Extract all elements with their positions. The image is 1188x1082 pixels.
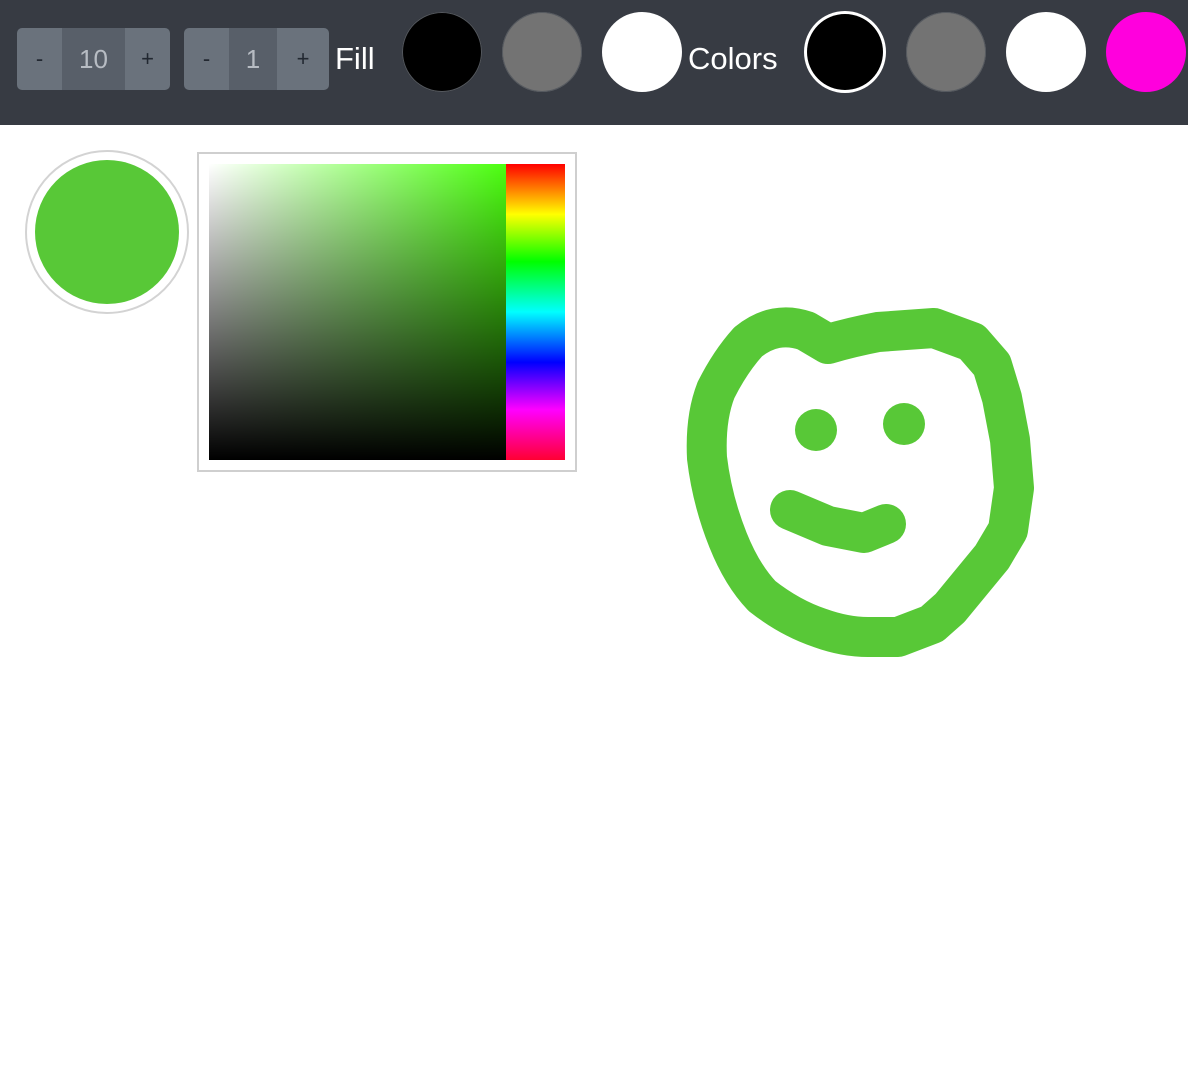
- fill-swatch-black[interactable]: [402, 12, 482, 92]
- smiley-drawing: [686, 307, 1034, 657]
- mouth-stroke: [770, 490, 906, 553]
- left-eye: [795, 409, 837, 451]
- color-swatch-gray[interactable]: [906, 12, 986, 92]
- eyes: [795, 403, 925, 451]
- right-eye: [883, 403, 925, 445]
- fill-swatch-gray[interactable]: [502, 12, 582, 92]
- face-outline-stroke: [686, 307, 1034, 657]
- fill-label: Fill: [335, 41, 375, 76]
- color-swatch-black[interactable]: [807, 14, 883, 90]
- brush-size-stepper: - 10 +: [17, 28, 170, 90]
- opacity-decrement-button[interactable]: -: [184, 28, 229, 90]
- opacity-stepper: - 1 +: [184, 28, 329, 90]
- size-decrement-button[interactable]: -: [17, 28, 62, 90]
- toolbar: - 10 + - 1 + Fill Colors: [0, 0, 1188, 125]
- size-increment-button[interactable]: +: [125, 28, 170, 90]
- color-swatch-magenta[interactable]: [1106, 12, 1186, 92]
- fill-swatch-white[interactable]: [602, 12, 682, 92]
- opacity-increment-button[interactable]: +: [277, 28, 329, 90]
- colors-label: Colors: [688, 41, 778, 76]
- drawing-canvas[interactable]: [0, 125, 1188, 1082]
- color-swatch-white[interactable]: [1006, 12, 1086, 92]
- size-value: 10: [62, 28, 125, 90]
- opacity-value: 1: [229, 28, 277, 90]
